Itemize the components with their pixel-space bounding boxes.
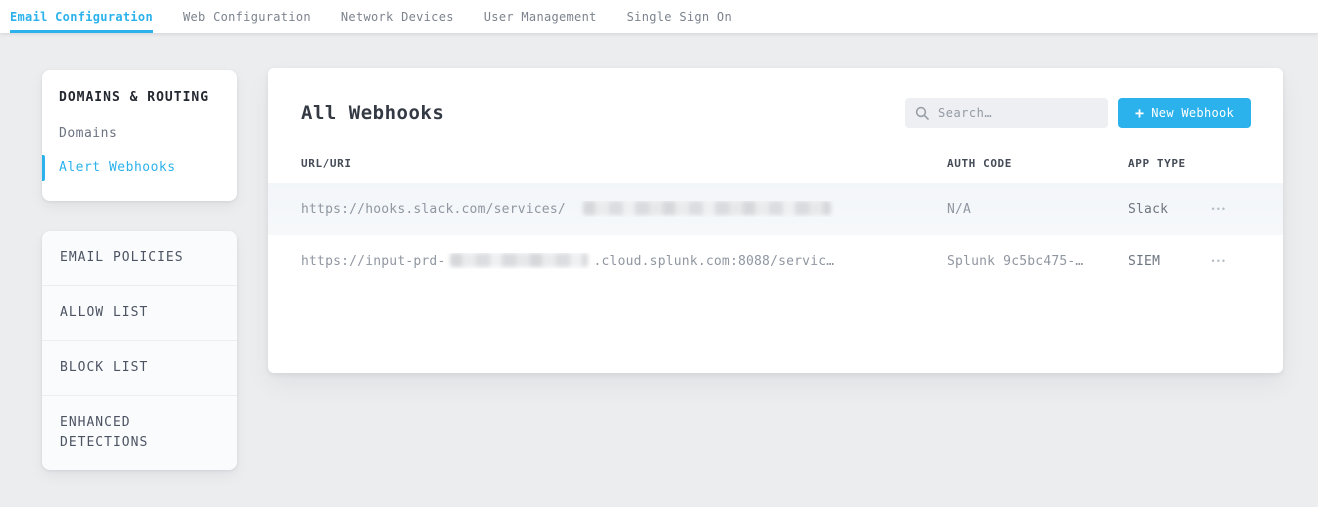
row-actions-button[interactable]: •••	[1210, 201, 1229, 218]
ellipsis-icon: •••	[1212, 256, 1227, 266]
new-webhook-button[interactable]: + New Webhook	[1118, 98, 1251, 128]
sidebar-item-alert-webhooks[interactable]: Alert Webhooks	[59, 154, 220, 181]
tab-network-devices[interactable]: Network Devices	[341, 0, 454, 33]
table-header-row: URL/URI AUTH CODE APP TYPE	[301, 157, 1251, 183]
auth-code-cell: N/A	[947, 202, 1128, 217]
panel-header: All Webhooks + New Webhook	[301, 98, 1251, 128]
url-text: https://input-prd-	[301, 254, 445, 269]
sidebar-item-domains[interactable]: Domains	[59, 120, 220, 147]
app-type-cell: Slack •••	[1128, 201, 1251, 218]
url-text: https://hooks.slack.com/services/	[301, 202, 566, 217]
ellipsis-icon: •••	[1212, 204, 1227, 214]
auth-code-cell: Splunk 9c5bc475-…	[947, 254, 1128, 269]
active-indicator-bar	[42, 155, 45, 181]
domains-routing-card: DOMAINS & ROUTING Domains Alert Webhooks	[42, 70, 237, 201]
tab-user-management[interactable]: User Management	[484, 0, 597, 33]
panel-actions: + New Webhook	[905, 98, 1251, 128]
row-actions-button[interactable]: •••	[1210, 253, 1229, 270]
column-header-app-type: APP TYPE	[1128, 157, 1251, 170]
column-header-url-uri: URL/URI	[301, 157, 947, 170]
search-input[interactable]	[938, 106, 1098, 120]
webhook-url-cell: https://input-prd- .cloud.splunk.com:8088…	[301, 253, 947, 269]
sidebar-item-block-list[interactable]: BLOCK LIST	[42, 340, 237, 395]
search-box[interactable]	[905, 98, 1108, 128]
page-title: All Webhooks	[301, 102, 444, 124]
redacted-url-segment	[450, 253, 588, 267]
sidebar-item-label: Alert Webhooks	[59, 160, 176, 175]
table-row[interactable]: https://input-prd- .cloud.splunk.com:8088…	[268, 235, 1283, 287]
app-type-label: Slack	[1128, 202, 1168, 217]
tab-single-sign-on[interactable]: Single Sign On	[627, 0, 732, 33]
top-nav: Email Configuration Web Configuration Ne…	[0, 0, 1318, 33]
page-content: DOMAINS & ROUTING Domains Alert Webhooks…	[0, 33, 1318, 470]
app-type-cell: SIEM •••	[1128, 253, 1251, 270]
column-header-auth-code: AUTH CODE	[947, 157, 1128, 170]
sidebar-item-enhanced-detections[interactable]: ENHANCED DETECTIONS	[42, 395, 237, 470]
app-type-label: SIEM	[1128, 254, 1160, 269]
search-icon	[915, 106, 929, 120]
redacted-url-segment	[583, 201, 831, 215]
new-webhook-button-label: New Webhook	[1151, 106, 1234, 120]
plus-icon: +	[1135, 106, 1144, 121]
webhook-url-cell: https://hooks.slack.com/services/	[301, 201, 947, 217]
sidebar-sections-card: EMAIL POLICIES ALLOW LIST BLOCK LIST ENH…	[42, 231, 237, 470]
domains-routing-heading: DOMAINS & ROUTING	[59, 90, 220, 105]
tab-email-configuration[interactable]: Email Configuration	[10, 0, 153, 33]
sidebar-item-allow-list[interactable]: ALLOW LIST	[42, 285, 237, 340]
tab-web-configuration[interactable]: Web Configuration	[183, 0, 311, 33]
url-text-suffix: .cloud.splunk.com:8088/servic…	[593, 254, 834, 269]
table-row[interactable]: https://hooks.slack.com/services/ N/A Sl…	[268, 183, 1283, 235]
sidebar-item-email-policies[interactable]: EMAIL POLICIES	[42, 231, 237, 285]
sidebar: DOMAINS & ROUTING Domains Alert Webhooks…	[42, 70, 237, 470]
webhooks-panel: All Webhooks + New Webhook URL/URI AUTH …	[268, 68, 1283, 373]
